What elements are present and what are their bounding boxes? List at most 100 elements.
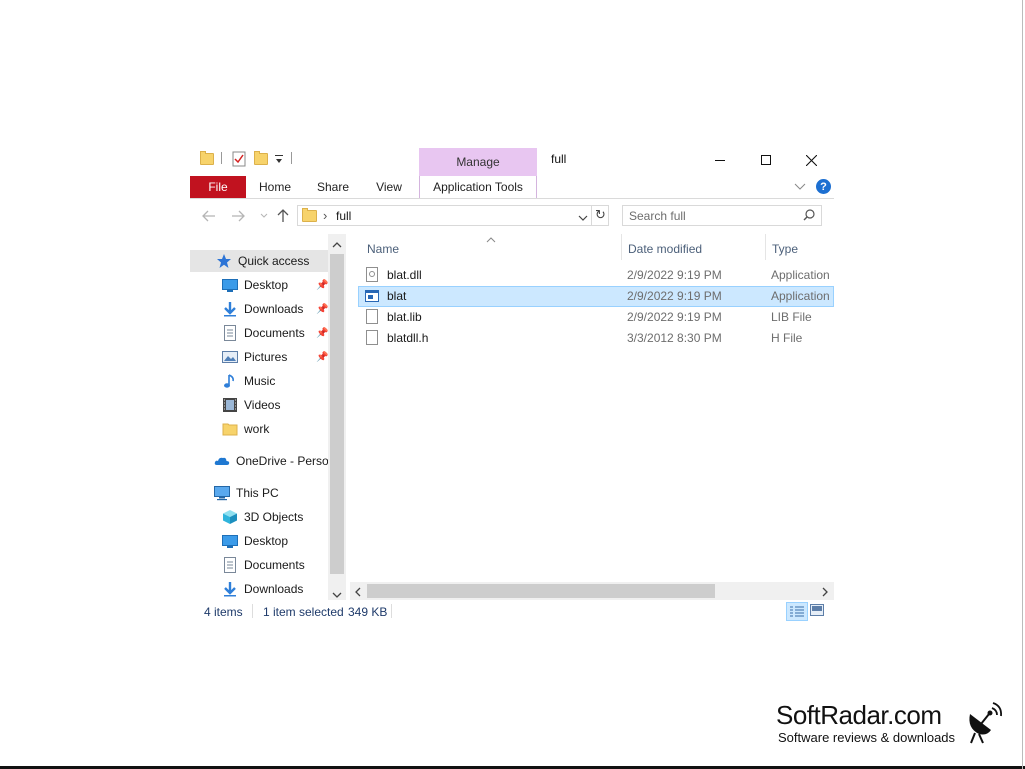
column-header-name[interactable]: Name xyxy=(367,242,399,256)
column-divider[interactable] xyxy=(621,234,622,260)
forward-button[interactable] xyxy=(228,206,248,226)
file-name: blatdll.h xyxy=(387,331,429,345)
sidebar-item-label: Downloads xyxy=(244,582,304,596)
item-count: 4 items xyxy=(204,605,243,619)
dll-file-icon xyxy=(366,267,378,282)
file-type: LIB File xyxy=(771,310,812,324)
desktop-icon xyxy=(222,533,238,549)
sidebar-item-pictures[interactable]: Pictures xyxy=(222,346,287,368)
scrollbar-thumb[interactable] xyxy=(330,254,344,574)
breadcrumb-full[interactable]: full xyxy=(336,209,351,223)
documents-icon xyxy=(222,557,238,573)
up-button[interactable] xyxy=(273,206,293,226)
sidebar-item-downloads[interactable]: Downloads xyxy=(222,578,303,600)
tab-share[interactable]: Share xyxy=(310,176,356,198)
file-type: Application xyxy=(771,268,830,282)
table-row[interactable]: blat.dll 2/9/2022 9:19 PM Application xyxy=(358,265,834,286)
sidebar-item-label: Pictures xyxy=(244,350,288,364)
search-placeholder: Search full xyxy=(629,209,686,223)
sidebar-item-videos[interactable]: Videos xyxy=(222,394,280,416)
search-input[interactable]: Search full xyxy=(622,205,822,226)
table-row[interactable]: blatdll.h 3/3/2012 8:30 PM H File xyxy=(358,328,834,349)
desktop-icon xyxy=(222,277,238,293)
sidebar-item-label: 3D Objects xyxy=(244,510,304,524)
sidebar-item-quick-access[interactable]: Quick access xyxy=(190,250,328,272)
watermark-title: SoftRadar.com xyxy=(776,700,942,730)
address-bar[interactable]: › full ↻ xyxy=(297,205,609,226)
search-icon xyxy=(803,209,815,224)
sidebar-item-music[interactable]: Music xyxy=(222,370,275,392)
horizontal-scrollbar[interactable] xyxy=(350,582,834,600)
properties-icon[interactable] xyxy=(232,151,246,170)
sidebar-item-label: Documents xyxy=(244,326,305,340)
back-button[interactable] xyxy=(199,206,219,226)
sidebar-item-downloads[interactable]: Downloads xyxy=(222,298,303,320)
maximize-button[interactable] xyxy=(743,148,789,172)
sidebar-item-label: Desktop xyxy=(244,278,289,292)
tab-home[interactable]: Home xyxy=(252,176,298,198)
pin-icon[interactable]: 📌 xyxy=(316,304,328,315)
cloud-icon xyxy=(214,453,230,469)
application-icon xyxy=(365,290,379,305)
3d-objects-icon xyxy=(222,509,238,525)
table-row[interactable]: blat.lib 2/9/2022 9:19 PM LIB File xyxy=(358,307,834,328)
table-row[interactable]: blat 2/9/2022 9:19 PM Application xyxy=(358,286,834,307)
computer-icon xyxy=(214,485,230,501)
tab-application-tools[interactable]: Application Tools xyxy=(419,176,537,198)
watermark-subtitle: Software reviews & downloads xyxy=(778,730,956,745)
file-icon xyxy=(366,330,378,345)
customize-toolbar-icon[interactable] xyxy=(274,153,284,168)
address-dropdown-icon[interactable] xyxy=(578,211,588,225)
sidebar-item-work[interactable]: work xyxy=(222,418,269,440)
tab-view[interactable]: View xyxy=(368,176,410,198)
sidebar-item-this-pc[interactable]: This PC xyxy=(214,482,279,504)
recent-locations-button[interactable] xyxy=(254,206,274,226)
pin-icon[interactable]: 📌 xyxy=(316,280,328,291)
details-view-button[interactable] xyxy=(786,602,808,621)
selection-size: 349 KB xyxy=(348,605,388,619)
border-line xyxy=(1022,0,1023,769)
documents-icon xyxy=(222,325,238,341)
minimize-button[interactable] xyxy=(697,148,743,172)
file-type: H File xyxy=(771,331,803,345)
sidebar-item-label: Quick access xyxy=(238,254,310,268)
manage-context-tab[interactable]: Manage xyxy=(419,148,537,176)
pin-icon[interactable]: 📌 xyxy=(316,352,328,363)
new-folder-icon[interactable] xyxy=(254,151,268,165)
sidebar-item-documents[interactable]: Documents xyxy=(222,322,305,344)
file-name: blat.lib xyxy=(387,310,422,324)
scroll-right-icon[interactable] xyxy=(821,586,829,600)
help-button[interactable]: ? xyxy=(816,179,831,194)
scroll-left-icon[interactable] xyxy=(354,586,362,600)
refresh-icon[interactable]: ↻ xyxy=(595,207,606,223)
navigation-scrollbar[interactable] xyxy=(328,234,346,600)
sidebar-item-desktop[interactable]: Desktop xyxy=(222,530,288,552)
large-icons-view-button[interactable] xyxy=(810,604,824,619)
scroll-up-icon[interactable] xyxy=(332,238,342,252)
column-header-type[interactable]: Type xyxy=(772,242,798,256)
file-type: Application xyxy=(771,289,830,303)
close-button[interactable] xyxy=(788,148,834,172)
column-header-date[interactable]: Date modified xyxy=(628,242,702,256)
tab-file[interactable]: File xyxy=(190,176,246,198)
breadcrumb-separator[interactable]: › xyxy=(323,208,327,223)
folder-icon xyxy=(222,421,238,437)
file-date: 3/3/2012 8:30 PM xyxy=(627,331,722,345)
file-name: blat xyxy=(387,289,407,303)
column-divider[interactable] xyxy=(765,234,766,260)
sidebar-item-desktop[interactable]: Desktop xyxy=(222,274,288,296)
sidebar-item-3d-objects[interactable]: 3D Objects xyxy=(222,506,303,528)
sidebar-item-label: Documents xyxy=(244,558,305,572)
divider xyxy=(252,604,253,618)
scrollbar-thumb[interactable] xyxy=(367,584,715,598)
sidebar-item-label: This PC xyxy=(236,486,279,500)
sort-ascending-icon xyxy=(486,234,496,246)
sidebar-item-documents[interactable]: Documents xyxy=(222,554,305,576)
divider xyxy=(391,604,392,618)
star-icon xyxy=(216,253,232,269)
sidebar-item-label: Desktop xyxy=(244,534,289,548)
pin-icon[interactable]: 📌 xyxy=(316,328,328,339)
sidebar-item-onedrive[interactable]: OneDrive - Persor xyxy=(214,450,333,472)
expand-ribbon-icon[interactable] xyxy=(794,180,806,194)
sidebar-item-label: Videos xyxy=(244,398,281,412)
